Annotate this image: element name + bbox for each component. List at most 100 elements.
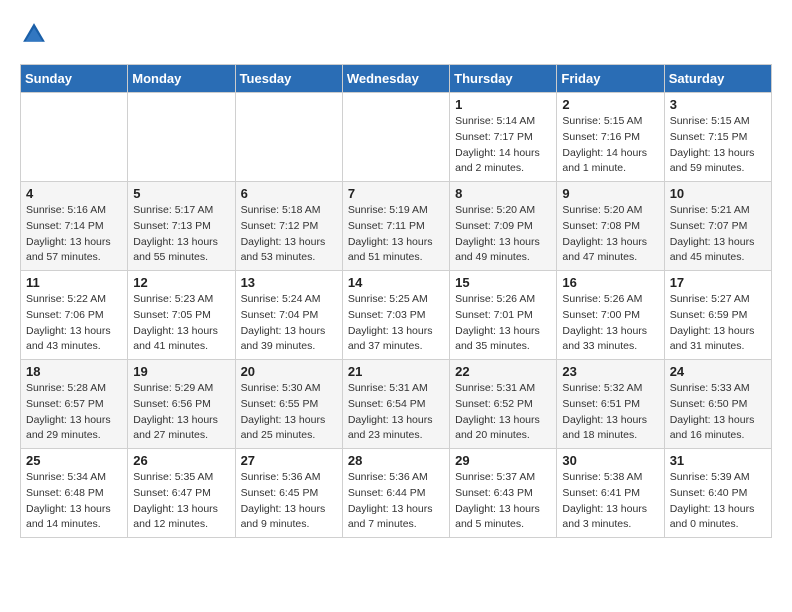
- day-number: 5: [133, 186, 229, 201]
- calendar-cell: 1Sunrise: 5:14 AM Sunset: 7:17 PM Daylig…: [450, 93, 557, 182]
- day-number: 14: [348, 275, 444, 290]
- calendar-cell: 31 Sunrise: 5:39 AM Sunset: 6:40 PM Dayli…: [664, 449, 771, 538]
- day-info: Sunrise: 5:17 AM Sunset: 7:13 PM Dayligh…: [133, 203, 229, 266]
- calendar-cell: 2 Sunrise: 5:15 AM Sunset: 7:16 PM Daylig…: [557, 93, 664, 182]
- week-row-4: 18 Sunrise: 5:28 AM Sunset: 6:57 PM Dayli…: [21, 360, 772, 449]
- day-number: 4: [26, 186, 122, 201]
- calendar-table: SundayMondayTuesdayWednesdayThursdayFrid…: [20, 64, 772, 538]
- day-info: Sunrise: 5:24 AM Sunset: 7:04 PM Dayligh…: [241, 292, 337, 355]
- day-number: 26: [133, 453, 229, 468]
- day-number: 3: [670, 97, 766, 112]
- calendar-cell: 10 Sunrise: 5:21 AM Sunset: 7:07 PM Dayli…: [664, 182, 771, 271]
- calendar-cell: 11 Sunrise: 5:22 AM Sunset: 7:06 PM Dayli…: [21, 271, 128, 360]
- day-number: 13: [241, 275, 337, 290]
- day-info: Sunrise: 5:15 AM Sunset: 7:15 PM Dayligh…: [670, 114, 766, 177]
- calendar-cell: 7 Sunrise: 5:19 AM Sunset: 7:11 PM Daylig…: [342, 182, 449, 271]
- day-number: 15: [455, 275, 551, 290]
- calendar-cell: 16Sunrise: 5:26 AM Sunset: 7:00 PM Dayli…: [557, 271, 664, 360]
- calendar-cell: 19 Sunrise: 5:29 AM Sunset: 6:56 PM Dayli…: [128, 360, 235, 449]
- week-row-2: 4 Sunrise: 5:16 AM Sunset: 7:14 PM Daylig…: [21, 182, 772, 271]
- calendar-cell: 29 Sunrise: 5:37 AM Sunset: 6:43 PM Dayli…: [450, 449, 557, 538]
- day-number: 27: [241, 453, 337, 468]
- day-info: Sunrise: 5:19 AM Sunset: 7:11 PM Dayligh…: [348, 203, 444, 266]
- day-number: 6: [241, 186, 337, 201]
- calendar-cell: 23 Sunrise: 5:32 AM Sunset: 6:51 PM Dayli…: [557, 360, 664, 449]
- day-info: Sunrise: 5:31 AM Sunset: 6:52 PM Dayligh…: [455, 381, 551, 444]
- day-number: 28: [348, 453, 444, 468]
- day-number: 9: [562, 186, 658, 201]
- day-number: 19: [133, 364, 229, 379]
- header-friday: Friday: [557, 65, 664, 93]
- day-info: Sunrise: 5:21 AM Sunset: 7:07 PM Dayligh…: [670, 203, 766, 266]
- day-number: 12: [133, 275, 229, 290]
- calendar-cell: [128, 93, 235, 182]
- day-number: 23: [562, 364, 658, 379]
- day-info: Sunrise: 5:29 AM Sunset: 6:56 PM Dayligh…: [133, 381, 229, 444]
- day-number: 29: [455, 453, 551, 468]
- day-info: Sunrise: 5:38 AM Sunset: 6:41 PM Dayligh…: [562, 470, 658, 533]
- day-info: Sunrise: 5:32 AM Sunset: 6:51 PM Dayligh…: [562, 381, 658, 444]
- day-number: 7: [348, 186, 444, 201]
- header-tuesday: Tuesday: [235, 65, 342, 93]
- calendar-cell: 12 Sunrise: 5:23 AM Sunset: 7:05 PM Dayli…: [128, 271, 235, 360]
- calendar-cell: 5 Sunrise: 5:17 AM Sunset: 7:13 PM Daylig…: [128, 182, 235, 271]
- day-info: Sunrise: 5:35 AM Sunset: 6:47 PM Dayligh…: [133, 470, 229, 533]
- day-number: 11: [26, 275, 122, 290]
- day-info: Sunrise: 5:15 AM Sunset: 7:16 PM Dayligh…: [562, 114, 658, 177]
- logo: [20, 20, 52, 48]
- day-info: Sunrise: 5:16 AM Sunset: 7:14 PM Dayligh…: [26, 203, 122, 266]
- day-info: Sunrise: 5:36 AM Sunset: 6:45 PM Dayligh…: [241, 470, 337, 533]
- calendar-cell: 17Sunrise: 5:27 AM Sunset: 6:59 PM Dayli…: [664, 271, 771, 360]
- header-sunday: Sunday: [21, 65, 128, 93]
- day-info: Sunrise: 5:37 AM Sunset: 6:43 PM Dayligh…: [455, 470, 551, 533]
- day-info: Sunrise: 5:20 AM Sunset: 7:08 PM Dayligh…: [562, 203, 658, 266]
- day-number: 31: [670, 453, 766, 468]
- day-number: 21: [348, 364, 444, 379]
- day-number: 8: [455, 186, 551, 201]
- calendar-cell: 28 Sunrise: 5:36 AM Sunset: 6:44 PM Dayli…: [342, 449, 449, 538]
- day-number: 25: [26, 453, 122, 468]
- day-info: Sunrise: 5:22 AM Sunset: 7:06 PM Dayligh…: [26, 292, 122, 355]
- day-number: 18: [26, 364, 122, 379]
- day-number: 30: [562, 453, 658, 468]
- day-number: 22: [455, 364, 551, 379]
- day-info: Sunrise: 5:20 AM Sunset: 7:09 PM Dayligh…: [455, 203, 551, 266]
- calendar-cell: 8 Sunrise: 5:20 AM Sunset: 7:09 PM Daylig…: [450, 182, 557, 271]
- week-row-5: 25Sunrise: 5:34 AM Sunset: 6:48 PM Dayli…: [21, 449, 772, 538]
- calendar-cell: 22 Sunrise: 5:31 AM Sunset: 6:52 PM Dayli…: [450, 360, 557, 449]
- calendar-cell: 18 Sunrise: 5:28 AM Sunset: 6:57 PM Dayli…: [21, 360, 128, 449]
- calendar-cell: 9 Sunrise: 5:20 AM Sunset: 7:08 PM Daylig…: [557, 182, 664, 271]
- week-row-3: 11 Sunrise: 5:22 AM Sunset: 7:06 PM Dayli…: [21, 271, 772, 360]
- header-row: SundayMondayTuesdayWednesdayThursdayFrid…: [21, 65, 772, 93]
- header-saturday: Saturday: [664, 65, 771, 93]
- day-info: Sunrise: 5:28 AM Sunset: 6:57 PM Dayligh…: [26, 381, 122, 444]
- day-info: Sunrise: 5:23 AM Sunset: 7:05 PM Dayligh…: [133, 292, 229, 355]
- calendar-cell: 21 Sunrise: 5:31 AM Sunset: 6:54 PM Dayli…: [342, 360, 449, 449]
- day-info: Sunrise: 5:39 AM Sunset: 6:40 PM Dayligh…: [670, 470, 766, 533]
- day-number: 10: [670, 186, 766, 201]
- day-info: Sunrise: 5:14 AM Sunset: 7:17 PM Dayligh…: [455, 114, 551, 177]
- calendar-cell: 20Sunrise: 5:30 AM Sunset: 6:55 PM Dayli…: [235, 360, 342, 449]
- day-number: 20: [241, 364, 337, 379]
- day-info: Sunrise: 5:36 AM Sunset: 6:44 PM Dayligh…: [348, 470, 444, 533]
- calendar-cell: 14 Sunrise: 5:25 AM Sunset: 7:03 PM Dayli…: [342, 271, 449, 360]
- header-thursday: Thursday: [450, 65, 557, 93]
- calendar-cell: 30 Sunrise: 5:38 AM Sunset: 6:41 PM Dayli…: [557, 449, 664, 538]
- day-info: Sunrise: 5:26 AM Sunset: 7:01 PM Dayligh…: [455, 292, 551, 355]
- calendar-cell: 26 Sunrise: 5:35 AM Sunset: 6:47 PM Dayli…: [128, 449, 235, 538]
- header-wednesday: Wednesday: [342, 65, 449, 93]
- day-info: Sunrise: 5:26 AM Sunset: 7:00 PM Dayligh…: [562, 292, 658, 355]
- day-number: 2: [562, 97, 658, 112]
- day-info: Sunrise: 5:25 AM Sunset: 7:03 PM Dayligh…: [348, 292, 444, 355]
- calendar-cell: 25Sunrise: 5:34 AM Sunset: 6:48 PM Dayli…: [21, 449, 128, 538]
- calendar-cell: 24Sunrise: 5:33 AM Sunset: 6:50 PM Dayli…: [664, 360, 771, 449]
- logo-icon: [20, 20, 48, 48]
- calendar-cell: 3 Sunrise: 5:15 AM Sunset: 7:15 PM Daylig…: [664, 93, 771, 182]
- day-number: 17: [670, 275, 766, 290]
- day-info: Sunrise: 5:31 AM Sunset: 6:54 PM Dayligh…: [348, 381, 444, 444]
- calendar-cell: 4 Sunrise: 5:16 AM Sunset: 7:14 PM Daylig…: [21, 182, 128, 271]
- calendar-cell: 15 Sunrise: 5:26 AM Sunset: 7:01 PM Dayli…: [450, 271, 557, 360]
- calendar-cell: [235, 93, 342, 182]
- calendar-cell: 27 Sunrise: 5:36 AM Sunset: 6:45 PM Dayli…: [235, 449, 342, 538]
- calendar-cell: 13 Sunrise: 5:24 AM Sunset: 7:04 PM Dayli…: [235, 271, 342, 360]
